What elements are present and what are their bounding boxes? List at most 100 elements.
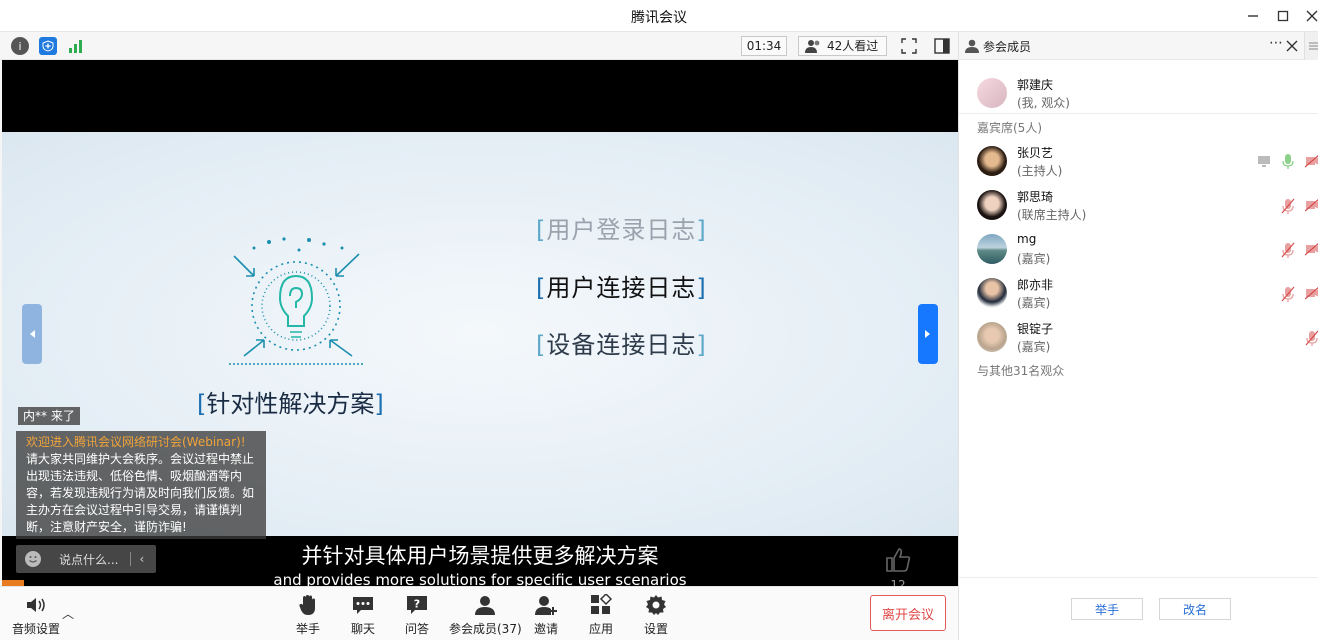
leave-meeting-button[interactable]: 离开会议 — [870, 595, 946, 631]
chat-button[interactable]: 聊天 — [351, 593, 375, 637]
gear-icon — [644, 593, 668, 617]
member-name: mg — [1017, 232, 1037, 246]
meeting-timer: 01:34 — [741, 36, 787, 56]
rename-button[interactable]: 改名 — [1159, 598, 1231, 620]
member-role: (我, 观众) — [1017, 96, 1070, 110]
info-icon[interactable]: i — [11, 37, 29, 55]
chevron-up-icon[interactable]: ︿ — [62, 605, 74, 622]
tencent-meeting-window: 腾讯会议 i 01:34 42人看过 [用户登录日志] [用户连接日志] [设备… — [0, 0, 1318, 640]
welcome-message: 欢迎进入腾讯会议网络研讨会(Webinar)! — [26, 435, 246, 449]
viewers-count-button[interactable]: 42人看过 — [798, 36, 887, 56]
collapse-chat-icon[interactable]: ‹ — [130, 552, 144, 566]
more-options-icon[interactable]: ⋯ — [1269, 35, 1283, 51]
members-icon — [473, 593, 497, 617]
maximize-icon[interactable] — [1271, 4, 1295, 28]
settings-button[interactable]: 设置 — [644, 593, 668, 637]
member-guest[interactable]: 郎亦非 (嘉宾) — [959, 272, 1318, 316]
chat-input-placeholder: 说点什么... — [59, 552, 119, 567]
member-role: (主持人) — [1017, 164, 1063, 178]
member-guest[interactable]: mg (嘉宾) — [959, 228, 1318, 272]
member-guest[interactable]: 郭思琦 (联席主持人) — [959, 184, 1318, 228]
camera-off-icon — [1305, 287, 1318, 300]
avatar — [977, 146, 1007, 176]
divider — [959, 577, 1318, 578]
member-guest[interactable]: 张贝艺 (主持人) — [959, 140, 1318, 184]
next-slide-button[interactable] — [918, 304, 938, 364]
panel-raise-hand-button[interactable]: 举手 — [1071, 598, 1143, 620]
thumbs-up-icon[interactable] — [884, 546, 912, 574]
screen-share-icon — [1258, 156, 1270, 167]
members-button[interactable]: 参会成员(37) — [449, 593, 522, 637]
member-role: (嘉宾) — [1017, 252, 1051, 266]
chat-label: 聊天 — [351, 622, 376, 636]
hand-icon — [296, 593, 320, 617]
viewers-label: 42人看过 — [827, 39, 879, 53]
qa-label: 问答 — [405, 622, 430, 636]
avatar — [977, 78, 1007, 108]
apps-button[interactable]: 应用 — [589, 593, 613, 637]
guests-section-label: 嘉宾席(5人) — [977, 121, 1042, 135]
camera-off-icon — [1305, 199, 1318, 212]
avatar — [977, 234, 1007, 264]
member-role: (嘉宾) — [1017, 296, 1051, 310]
member-guest[interactable]: 银锭子 (嘉宾) — [959, 316, 1318, 360]
chat-overlay: 欢迎进入腾讯会议网络研讨会(Webinar)! 请大家共同维护大会秩序。会议过程… — [16, 431, 266, 539]
mic-muted-icon — [1281, 242, 1295, 258]
members-label: 参会成员(37) — [449, 622, 522, 636]
members-panel-header: 参会成员 ⋯ — [959, 32, 1318, 60]
member-self[interactable]: 郭建庆 (我, 观众) — [959, 72, 1318, 116]
qa-button[interactable]: ? 问答 — [405, 593, 429, 637]
fullscreen-icon[interactable] — [901, 38, 917, 54]
speaker-icon — [24, 593, 48, 617]
prev-slide-button[interactable] — [22, 304, 42, 364]
toggle-sidebar-icon[interactable] — [934, 38, 950, 54]
member-role: (联席主持人) — [1017, 208, 1087, 222]
settings-label: 设置 — [644, 622, 669, 636]
like-count: 12 — [890, 578, 906, 586]
member-name: 张贝艺 — [1017, 146, 1054, 160]
mic-muted-icon — [1281, 198, 1295, 214]
apps-label: 应用 — [589, 622, 614, 636]
window-title: 腾讯会议 — [631, 10, 687, 26]
lightbulb-illustration — [229, 237, 364, 365]
chat-icon — [351, 593, 375, 617]
signal-icon[interactable] — [67, 37, 85, 55]
slide-item-1: [用户登录日志] — [536, 216, 707, 244]
member-name: 郭建庆 — [1017, 78, 1054, 92]
invite-button[interactable]: 邀请 — [534, 593, 558, 637]
camera-off-icon — [1305, 155, 1318, 168]
join-notice: 内** 来了 — [18, 407, 80, 425]
video-stage: [用户登录日志] [用户连接日志] [设备连接日志] [针对性解决方案] 并针对… — [2, 60, 958, 586]
bottom-toolbar: 音频设置 ︿ 举手 聊天 ? 问答 参会成员(37) 邀请 应用 设置 离开会议 — [0, 586, 958, 640]
members-panel-title: 参会成员 — [983, 40, 1032, 54]
camera-off-icon — [1305, 243, 1318, 256]
title-bar: 腾讯会议 — [0, 0, 1318, 32]
emoji-icon[interactable] — [25, 551, 41, 567]
close-icon[interactable] — [1300, 4, 1318, 28]
mic-muted-icon — [1305, 330, 1318, 346]
minimize-icon[interactable] — [1241, 4, 1265, 28]
person-icon — [965, 39, 979, 53]
member-name: 郎亦非 — [1017, 278, 1054, 292]
member-role: (嘉宾) — [1017, 340, 1051, 354]
subtitle-english: and provides more solutions for specific… — [273, 571, 687, 586]
meeting-info-strip: i 01:34 42人看过 — [0, 32, 958, 60]
microphone-icon — [1282, 154, 1294, 169]
other-viewers-label: 与其他31名观众 — [977, 364, 1065, 378]
rules-message: 请大家共同维护大会秩序。会议过程中禁止出现违法违规、低俗色情、吸烟酗酒等内容，若… — [26, 452, 255, 534]
slide-item-3: [设备连接日志] — [536, 331, 707, 359]
avatar — [977, 190, 1007, 220]
member-name: 郭思琦 — [1017, 190, 1054, 204]
raise-hand-button[interactable]: 举手 — [296, 593, 320, 637]
add-user-icon — [534, 593, 558, 617]
mic-muted-icon — [1281, 286, 1295, 302]
audio-settings-button[interactable]: 音频设置 — [12, 593, 60, 637]
panel-menu-icon[interactable] — [1304, 32, 1318, 60]
divider — [959, 113, 1318, 114]
shield-icon[interactable] — [39, 37, 57, 55]
people-icon — [805, 40, 820, 53]
audio-settings-label: 音频设置 — [12, 622, 61, 636]
close-panel-icon[interactable] — [1286, 37, 1298, 56]
chat-input[interactable]: 说点什么... ‹ — [16, 545, 156, 573]
avatar — [977, 322, 1007, 352]
